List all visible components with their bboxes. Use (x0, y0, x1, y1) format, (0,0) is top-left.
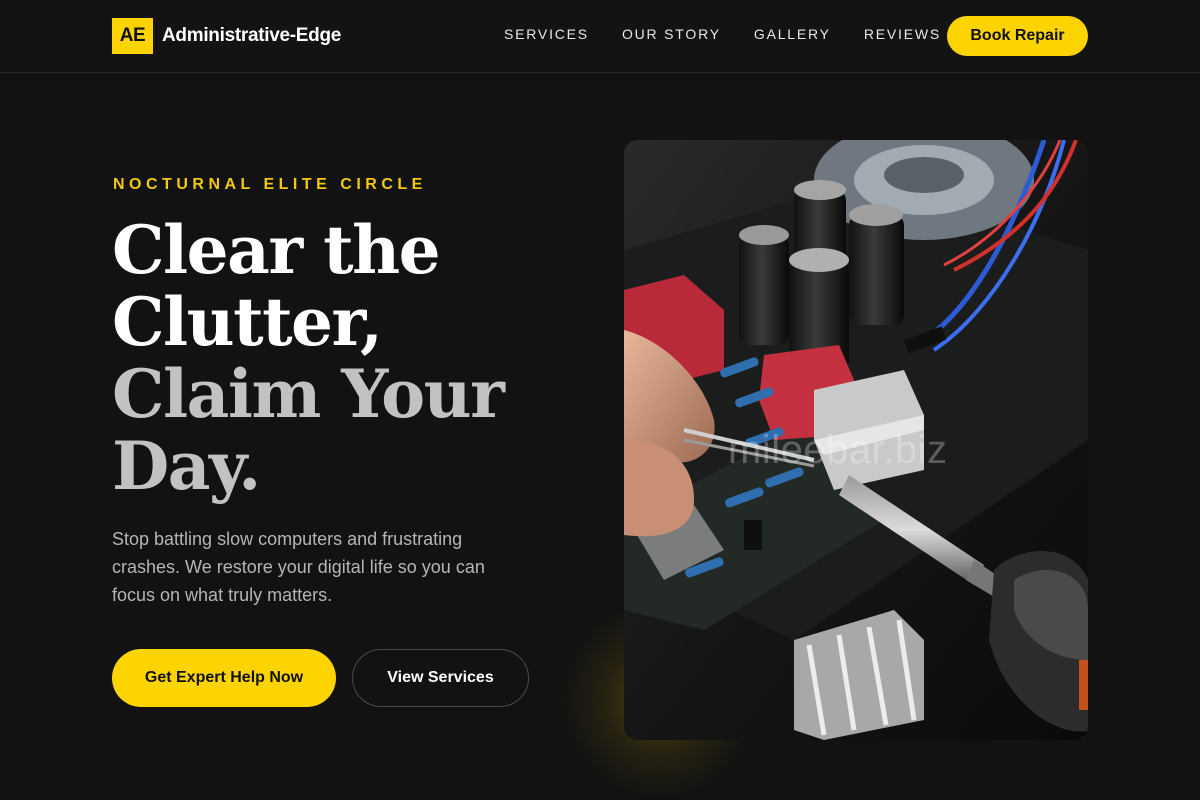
nav-links: SERVICES OUR STORY GALLERY REVIEWS (504, 26, 974, 42)
nav-link-our-story[interactable]: OUR STORY (622, 26, 721, 42)
brand-name: Administrative-Edge (162, 25, 342, 46)
view-services-button[interactable]: View Services (352, 649, 529, 707)
headline-line-3: Claim Your (112, 355, 505, 433)
nav-link-reviews[interactable]: REVIEWS (864, 26, 941, 42)
hero-headline: Clear the Clutter, Claim Your Day. (112, 211, 505, 505)
nav-link-services[interactable]: SERVICES (504, 26, 589, 42)
nav-link-gallery[interactable]: GALLERY (754, 26, 831, 42)
headline-line-4: Day. (112, 427, 261, 505)
get-expert-help-button[interactable]: Get Expert Help Now (112, 649, 336, 707)
book-repair-button[interactable]: Book Repair (947, 16, 1088, 56)
brand-logo[interactable]: AE Administrative-Edge (112, 18, 341, 54)
top-navigation: AE Administrative-Edge SERVICES OUR STOR… (0, 0, 1200, 73)
watermark-text: mileebar.biz (728, 428, 948, 472)
headline-line-2: Clutter, (112, 283, 383, 361)
logo-mark: AE (112, 18, 153, 54)
hero-eyebrow: NOCTURNAL ELITE CIRCLE (113, 176, 427, 193)
headline-line-1: Clear the (112, 211, 441, 289)
hero-subtext: Stop battling slow computers and frustra… (112, 529, 485, 605)
